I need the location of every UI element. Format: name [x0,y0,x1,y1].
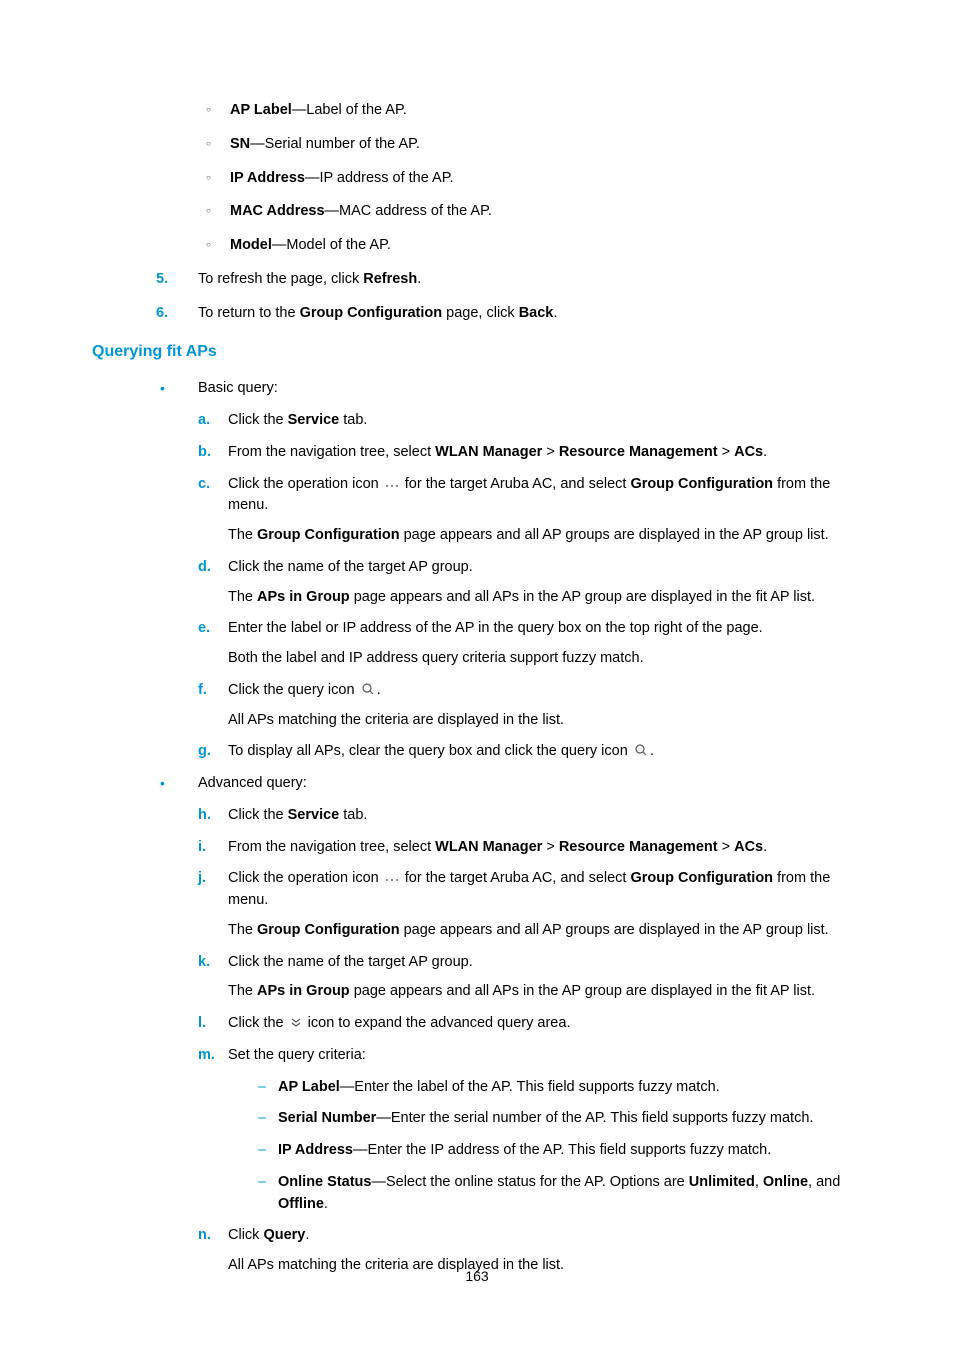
list-item: IP Address—IP address of the AP. [206,168,862,190]
step-6: 6. To return to the Group Configuration … [156,303,862,325]
step-e: e.Enter the label or IP address of the A… [198,618,862,670]
step-f: f.Click the query icon . All APs matchin… [198,680,862,732]
list-item: MAC Address—MAC address of the AP. [206,201,862,223]
step-g: g.To display all APs, clear the query bo… [198,741,862,763]
criteria-item: Online Status—Select the online status f… [258,1172,862,1216]
field-list: AP Label—Label of the AP. SN—Serial numb… [92,100,862,257]
step-k: k.Click the name of the target AP group.… [198,952,862,1004]
criteria-item: AP Label—Enter the label of the AP. This… [258,1077,862,1099]
page-number: 163 [0,1266,954,1287]
step-b: b.From the navigation tree, select WLAN … [198,442,862,464]
step-5: 5. To refresh the page, click Refresh. [156,269,862,291]
step-c: c.Click the operation icon for the targe… [198,474,862,547]
criteria-item: Serial Number—Enter the serial number of… [258,1108,862,1130]
list-item: AP Label—Label of the AP. [206,100,862,122]
basic-query: Basic query: a.Click the Service tab. b.… [156,378,862,763]
search-icon [361,682,375,696]
step-j: j.Click the operation icon for the targe… [198,868,862,941]
more-icon [385,876,399,884]
list-item: Model—Model of the AP. [206,235,862,257]
section-heading: Querying fit APs [92,340,862,364]
list-item: SN—Serial number of the AP. [206,134,862,156]
advanced-query: Advanced query: h.Click the Service tab.… [156,773,862,1277]
query-types: Basic query: a.Click the Service tab. b.… [92,378,862,1277]
step-d: d.Click the name of the target AP group.… [198,557,862,609]
numbered-steps: 5. To refresh the page, click Refresh. 6… [92,269,862,325]
step-h: h.Click the Service tab. [198,805,862,827]
step-i: i.From the navigation tree, select WLAN … [198,837,862,859]
step-a: a.Click the Service tab. [198,410,862,432]
more-icon [385,482,399,490]
criteria-item: IP Address—Enter the IP address of the A… [258,1140,862,1162]
step-m: m.Set the query criteria: AP Label—Enter… [198,1045,862,1216]
expand-down-icon [290,1017,302,1029]
search-icon [634,743,648,757]
step-l: l.Click the icon to expand the advanced … [198,1013,862,1035]
